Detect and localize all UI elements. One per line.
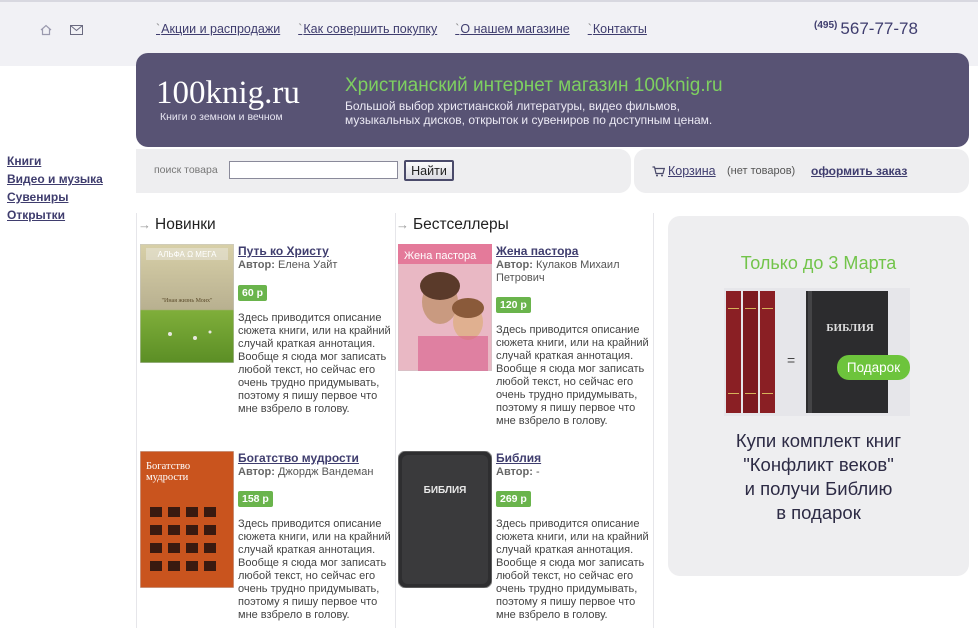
product-card: БИБЛИЯ Библия Автор: - 269 р Здесь приво… <box>398 451 653 628</box>
price-badge: 269 р <box>496 491 531 507</box>
cover-text: Жена пастора <box>404 250 477 262</box>
search-label: поиск товара <box>154 164 218 176</box>
author-label: Автор: <box>496 466 533 478</box>
search-bar: поиск товара Найти <box>136 149 631 193</box>
category-books[interactable]: Книги <box>7 152 103 170</box>
checkout-link[interactable]: оформить заказ <box>811 164 907 178</box>
nav-link-contacts[interactable]: Контакты <box>588 22 647 36</box>
arrow-icon: → <box>138 217 151 232</box>
cart-bar: Корзина (нет товаров) оформить заказ <box>634 149 969 193</box>
promo-banner[interactable]: Только до 3 Марта = БИБЛИЯ Подарок Купи … <box>668 216 969 576</box>
nav-link-how-to-buy[interactable]: Как совершить покупку <box>298 22 437 36</box>
author-name: Джордж Вандеман <box>277 466 374 478</box>
nav-link-about[interactable]: О нашем магазине <box>455 22 569 36</box>
promo-image: = БИБЛИЯ <box>724 288 910 416</box>
promo-line: Купи комплект книг <box>735 430 902 451</box>
price-badge: 60 р <box>238 285 268 301</box>
gift-badge: Подарок <box>837 355 910 380</box>
price-badge: 158 р <box>238 491 273 507</box>
promo-title: Только до 3 Марта <box>740 253 897 273</box>
price-badge: 120 р <box>496 297 531 313</box>
nav-link-sales[interactable]: Акции и распродажи <box>156 22 280 36</box>
product-title[interactable]: Жена пастора <box>496 244 578 258</box>
book-cover-image[interactable]: БИБЛИЯ <box>398 451 492 588</box>
section-title: Новинки <box>155 216 216 233</box>
author-label: Автор: <box>238 259 275 271</box>
column-divider <box>136 213 137 628</box>
author-label: Автор: <box>238 466 275 478</box>
banner-title: Христианский интернет магазин 100knig.ru <box>345 75 723 96</box>
product-card: Богатство мудрости Богатство мудрости Ав… <box>140 451 395 628</box>
product-description: Здесь приводится описание сюжета книги, … <box>238 518 391 621</box>
author-name: - <box>535 466 540 478</box>
section-title: Бестселлеры <box>413 216 509 233</box>
cart-icon[interactable] <box>652 166 665 177</box>
product-author: Автор: Джордж Вандеман <box>238 466 398 479</box>
mail-icon[interactable] <box>70 25 83 35</box>
cover-subtitle: "Иная жизнь Моих" <box>162 298 213 304</box>
product-card: АЛЬФА Ω МЕГА "Иная жизнь Моих" Путь ко Х… <box>140 244 395 444</box>
book-cover-image[interactable]: АЛЬФА Ω МЕГА "Иная жизнь Моих" <box>140 244 234 363</box>
category-video-music[interactable]: Видео и музыка <box>7 170 103 188</box>
search-input[interactable] <box>229 161 398 179</box>
book-cover-image[interactable]: Богатство мудрости <box>140 451 234 588</box>
promo-line: в подарок <box>776 502 861 523</box>
product-title[interactable]: Библия <box>496 451 541 465</box>
promo-text: Купи комплект книг "Конфликт веков" и по… <box>668 429 969 525</box>
phone-number: (495) 567-77-78 <box>814 19 918 39</box>
phone-digits: 567-77-78 <box>840 19 918 38</box>
author-name: Елена Уайт <box>277 259 338 271</box>
phone-code: (495) <box>814 20 838 31</box>
book-cover-image[interactable]: Жена пастора <box>398 244 492 371</box>
product-description: Здесь приводится описание сюжета книги, … <box>496 518 649 621</box>
product-title[interactable]: Путь ко Христу <box>238 244 329 258</box>
cover-text: АЛЬФА Ω МЕГА <box>158 250 217 259</box>
cart-status: (нет товаров) <box>727 165 796 177</box>
category-souvenirs[interactable]: Сувениры <box>7 188 103 206</box>
category-nav: Книги Видео и музыка Сувениры Открытки <box>7 152 103 224</box>
arrow-icon: → <box>396 217 409 232</box>
cover-text: БИБЛИЯ <box>424 485 467 496</box>
header-banner: 100knig.ru Книги о земном и вечном Христ… <box>136 53 969 147</box>
promo-line: и получи Библию <box>744 478 893 499</box>
cover-text: Богатство мудрости <box>146 461 191 483</box>
search-button[interactable]: Найти <box>404 160 454 181</box>
author-label: Автор: <box>496 259 533 271</box>
section-heading-bestsellers: → Бестселлеры <box>396 216 509 234</box>
product-author: Автор: Кулаков Михаил Петрович <box>496 259 656 285</box>
home-icon[interactable] <box>40 24 52 36</box>
category-postcards[interactable]: Открытки <box>7 206 103 224</box>
banner-description: Большой выбор христианской литературы, в… <box>345 99 713 127</box>
product-author: Автор: - <box>496 466 656 479</box>
logo-tagline: Книги о земном и вечном <box>160 111 283 123</box>
site-logo[interactable]: 100knig.ru <box>156 75 300 112</box>
product-description: Здесь приводится описание сюжета книги, … <box>238 312 391 415</box>
promo-line: "Конфликт веков" <box>743 454 894 475</box>
equals-sign: = <box>787 352 795 368</box>
product-card: Жена пастора Жена пастора Автор: Кулаков… <box>398 244 653 444</box>
section-heading-new: → Новинки <box>138 216 216 234</box>
product-author: Автор: Елена Уайт <box>238 259 398 272</box>
bible-label: БИБЛИЯ <box>826 322 874 334</box>
product-title[interactable]: Богатство мудрости <box>238 451 359 465</box>
product-description: Здесь приводится описание сюжета книги, … <box>496 324 649 427</box>
top-navigation: Акции и распродажи Как совершить покупку… <box>156 22 665 36</box>
cart-link[interactable]: Корзина <box>668 164 716 178</box>
